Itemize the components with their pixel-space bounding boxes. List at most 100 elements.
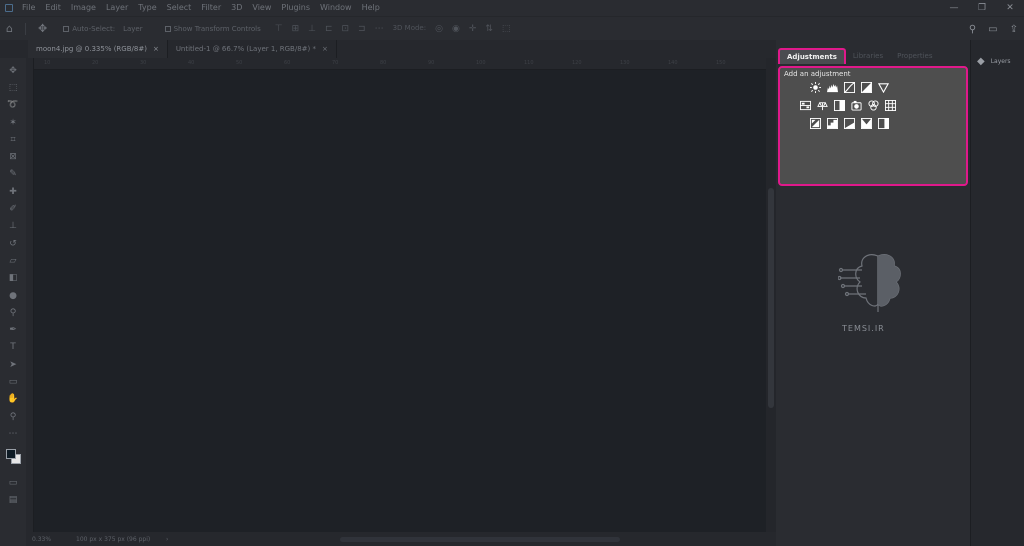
tab-close-icon[interactable]: × <box>153 45 159 53</box>
hand-tool-icon[interactable]: ✋ <box>3 391 23 408</box>
eyedropper-tool-icon[interactable]: ✎ <box>3 166 23 183</box>
menu-help[interactable]: Help <box>358 0 386 16</box>
type-tool-icon[interactable]: T <box>3 339 23 356</box>
crop-tool-icon[interactable]: ⌗ <box>3 131 23 148</box>
quick-mask-icon[interactable]: ▭ <box>3 475 23 492</box>
eraser-tool-icon[interactable]: ▱ <box>3 252 23 269</box>
menu-file[interactable]: File <box>18 0 41 16</box>
tab-libraries[interactable]: Libraries <box>846 48 890 64</box>
home-icon[interactable]: ⌂ <box>6 22 13 35</box>
exposure-icon[interactable] <box>861 82 872 93</box>
ruler-tick-label: 10 <box>44 60 51 66</box>
tab-close-icon[interactable]: × <box>322 45 328 53</box>
channel-mixer-icon[interactable] <box>868 100 879 111</box>
magic-wand-tool-icon[interactable]: ✶ <box>3 114 23 131</box>
ruler-tick-label: 70 <box>332 60 339 66</box>
search-icon[interactable]: ⚲ <box>969 24 976 35</box>
align-bottom-icon[interactable]: ⊥ <box>308 24 316 34</box>
ruler-tick-label: 80 <box>380 60 387 66</box>
pen-tool-icon[interactable]: ✒ <box>3 321 23 338</box>
menu-bar: File Edit Image Layer Type Select Filter… <box>0 0 1024 16</box>
gradient-tool-icon[interactable]: ◧ <box>3 270 23 287</box>
zoom-level[interactable]: 0.33% <box>26 536 76 543</box>
menu-image[interactable]: Image <box>67 0 102 16</box>
tab-adjustments[interactable]: Adjustments <box>778 48 846 64</box>
show-transform-controls-checkbox[interactable]: Show Transform Controls <box>164 25 261 33</box>
rectangle-tool-icon[interactable]: ▭ <box>3 373 23 390</box>
posterize-icon[interactable] <box>827 118 838 129</box>
vibrance-icon[interactable] <box>878 82 889 93</box>
panel-dock: Adjustments Libraries Properties Add an … <box>776 40 970 546</box>
status-menu-icon[interactable]: › <box>166 536 186 543</box>
3d-scale-icon[interactable]: ⬚ <box>502 24 511 34</box>
tab-moon4[interactable]: moon4.jpg @ 0.335% (RGB/8#) × <box>28 40 168 58</box>
color-balance-icon[interactable] <box>817 100 828 111</box>
selective-color-icon[interactable] <box>878 118 889 129</box>
collapsed-panel-strip: ◆ Layers <box>970 40 1024 546</box>
marquee-tool-icon[interactable]: ⬚ <box>3 79 23 96</box>
tab-untitled-1[interactable]: Untitled-1 @ 66.7% (Layer 1, RGB/8#) * × <box>168 40 337 58</box>
history-brush-tool-icon[interactable]: ↺ <box>3 235 23 252</box>
move-tool-icon[interactable]: ✥ <box>3 62 23 79</box>
share-icon[interactable]: ⇪ <box>1010 24 1018 35</box>
brightness-contrast-icon[interactable] <box>810 82 821 93</box>
stamp-tool-icon[interactable]: ⊥ <box>3 218 23 235</box>
color-lookup-icon[interactable] <box>885 100 896 111</box>
photo-filter-icon[interactable] <box>851 100 862 111</box>
align-top-icon[interactable]: ⊤ <box>275 24 283 34</box>
menu-layer[interactable]: Layer <box>102 0 134 16</box>
menu-edit[interactable]: Edit <box>41 0 67 16</box>
color-swatches[interactable] <box>3 447 23 469</box>
healing-brush-tool-icon[interactable]: ✚ <box>3 183 23 200</box>
zoom-tool-icon[interactable]: ⚲ <box>3 408 23 425</box>
auto-select-checkbox[interactable]: Auto-Select: <box>63 25 115 33</box>
3d-roll-icon[interactable]: ◉ <box>452 24 460 34</box>
workspace-icon[interactable]: ▭ <box>988 24 997 35</box>
align-center-icon[interactable]: ⊡ <box>342 24 350 34</box>
ruler-tick-label: 110 <box>524 60 534 66</box>
3d-orbit-icon[interactable]: ◎ <box>435 24 443 34</box>
align-right-icon[interactable]: ⊐ <box>358 24 366 34</box>
scrollbar-thumb[interactable] <box>768 188 774 408</box>
hue-saturation-icon[interactable] <box>800 100 811 111</box>
blur-tool-icon[interactable]: ● <box>3 287 23 304</box>
auto-select-target-select[interactable]: Layer <box>123 25 143 33</box>
menu-filter[interactable]: Filter <box>197 0 227 16</box>
invert-icon[interactable] <box>810 118 821 129</box>
align-middle-icon[interactable]: ⊞ <box>292 24 300 34</box>
vertical-scrollbar[interactable] <box>766 58 776 538</box>
horizontal-scrollbar[interactable] <box>340 536 620 542</box>
close-icon[interactable]: ✕ <box>996 0 1024 16</box>
menu-type[interactable]: Type <box>134 0 162 16</box>
3d-slide-icon[interactable]: ⇅ <box>485 24 493 34</box>
layers-panel-button[interactable]: ◆ Layers <box>977 56 1011 67</box>
menu-select[interactable]: Select <box>163 0 198 16</box>
photoshop-logo-icon[interactable] <box>0 0 18 16</box>
path-selection-tool-icon[interactable]: ➤ <box>3 356 23 373</box>
black-white-icon[interactable] <box>834 100 845 111</box>
menu-plugins[interactable]: Plugins <box>277 0 316 16</box>
menu-3d[interactable]: 3D <box>227 0 248 16</box>
gradient-map-icon[interactable] <box>861 118 872 129</box>
tab-properties[interactable]: Properties <box>890 48 939 64</box>
menu-window[interactable]: Window <box>316 0 358 16</box>
document-canvas[interactable] <box>34 70 766 532</box>
panel-tabs: Adjustments Libraries Properties <box>776 48 970 64</box>
screen-mode-icon[interactable]: ▤ <box>3 492 23 509</box>
minimize-icon[interactable]: — <box>940 0 968 16</box>
foreground-color-swatch[interactable] <box>6 448 16 459</box>
distribute-icon[interactable]: ⋯ <box>375 24 384 34</box>
move-tool-icon[interactable]: ✥ <box>38 22 47 35</box>
levels-icon[interactable] <box>827 82 838 93</box>
dodge-tool-icon[interactable]: ⚲ <box>3 304 23 321</box>
frame-tool-icon[interactable]: ⊠ <box>3 148 23 165</box>
curves-icon[interactable] <box>844 82 855 93</box>
lasso-tool-icon[interactable]: ➰ <box>3 97 23 114</box>
more-tools-icon[interactable]: ⋯ <box>3 425 23 442</box>
brush-tool-icon[interactable]: ✐ <box>3 200 23 217</box>
menu-view[interactable]: View <box>248 0 277 16</box>
threshold-icon[interactable] <box>844 118 855 129</box>
3d-pan-icon[interactable]: ✛ <box>469 24 477 34</box>
restore-icon[interactable]: ❐ <box>968 0 996 16</box>
align-left-icon[interactable]: ⊏ <box>325 24 333 34</box>
